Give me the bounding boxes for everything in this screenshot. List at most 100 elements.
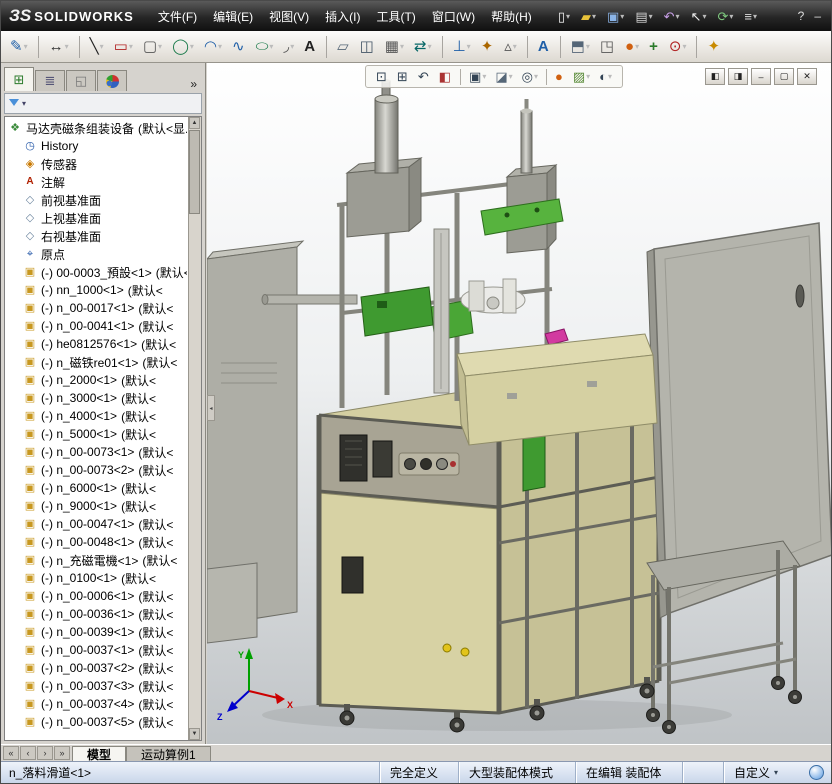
surface-tool[interactable]: ⬒ ▾ — [567, 33, 594, 61]
display-relations-tool[interactable]: ⊥ ▾ — [449, 33, 475, 61]
propertymanager-tab[interactable]: ≣ — [35, 70, 65, 91]
tree-item[interactable]: ▣ (-) n_00-0073<1> (默认< — [5, 443, 187, 461]
tree-item[interactable]: ▣ (-) n_00-0047<1> (默认< — [5, 515, 187, 533]
display-style-button[interactable]: ◪ ▾ — [492, 68, 515, 85]
slot-tool[interactable]: ▢ ▾ — [139, 33, 166, 61]
tree-item[interactable]: ▣ (-) n_充磁電機<1> (默认< — [5, 551, 187, 569]
view-settings-button[interactable]: ◐ ▾ — [596, 68, 615, 85]
arc-tool[interactable]: ◠ ▾ — [200, 33, 226, 61]
screen-options-tool[interactable]: ✦ — [703, 33, 725, 61]
close-doc-button[interactable]: ✕ — [797, 68, 817, 85]
tree-filter-bar[interactable]: ▾ — [4, 93, 202, 114]
tree-item[interactable]: ▣ (-) n_00-0073<2> (默认< — [5, 461, 187, 479]
tree-item[interactable]: ▣ (-) n_9000<1> (默认< — [5, 497, 187, 515]
record-video-tool[interactable]: ⊙ ▾ — [665, 33, 691, 61]
tree-item[interactable]: ▣ (-) n_6000<1> (默认< — [5, 479, 187, 497]
tree-item[interactable]: ▣ (-) n_00-0037<5> (默认< — [5, 713, 187, 731]
tree-item[interactable]: ▣ (-) n_00-0037<2> (默认< — [5, 659, 187, 677]
move-entities-tool[interactable]: ⇄ ▾ — [410, 33, 436, 61]
menu-item[interactable]: 插入(I) — [317, 4, 368, 29]
spline-tool[interactable]: ∿ — [228, 33, 250, 61]
circle-tool[interactable]: ◯ ▾ — [168, 33, 198, 61]
tree-item[interactable]: A 注解 — [5, 173, 187, 191]
tree-item[interactable]: ◈ 传感器 — [5, 155, 187, 173]
minimize-doc-button[interactable]: – — [751, 68, 771, 85]
view-orientation-button[interactable]: ▣ ▾ — [466, 68, 489, 85]
tree-item[interactable]: ▣ (-) n_00-0036<1> (默认< — [5, 605, 187, 623]
tree-item[interactable]: ▣ (-) n_2000<1> (默认< — [5, 371, 187, 389]
quick-snaps-tool[interactable]: ▵ ▾ — [500, 33, 521, 61]
menu-item[interactable]: 帮助(H) — [483, 4, 540, 29]
pane-right-button[interactable]: ◨ — [728, 68, 748, 85]
featuremanager-tab[interactable]: ⊞ — [4, 67, 34, 91]
smart-dimension-tool[interactable]: ↔ ▾ — [45, 33, 73, 61]
menu-item[interactable]: 工具(T) — [368, 4, 423, 29]
edit-appearance-button[interactable]: ● — [552, 68, 567, 85]
text-tool[interactable]: A — [300, 33, 320, 61]
tree-root-item[interactable]: ❖ 马达壳磁条组装设备 (默认<显... — [5, 119, 187, 137]
tab-motion-study[interactable]: 运动算例1 — [126, 746, 211, 761]
previous-view-button[interactable]: ↶ — [415, 68, 433, 85]
menu-item[interactable]: 编辑(E) — [205, 4, 261, 29]
sketch-fillet-tool[interactable]: ◞ ▾ — [279, 33, 298, 61]
scroll-down-button[interactable]: ▼ — [189, 728, 200, 740]
custom-dropdown[interactable]: 自定义 ▾ — [723, 762, 802, 783]
linear-pattern-tool[interactable]: ▦ ▾ — [381, 33, 408, 61]
print-button[interactable]: ▤ ▾ — [631, 7, 656, 26]
instant3d-tool[interactable]: ◳ — [596, 33, 619, 61]
tree-item[interactable]: ▣ (-) 00-0003_預設<1> (默认< — [5, 263, 187, 281]
tree-item[interactable]: ▣ (-) n_磁铁re01<1> (默认< — [5, 353, 187, 371]
pane-left-button[interactable]: ◧ — [705, 68, 725, 85]
appearance-tool[interactable]: ● ▾ — [621, 33, 643, 61]
tree-item[interactable]: ▣ (-) n_00-0039<1> (默认< — [5, 623, 187, 641]
apply-scene-button[interactable]: ▨ ▾ — [570, 68, 593, 85]
new-view-tool[interactable]: + — [645, 33, 663, 61]
tree-item[interactable]: ▣ (-) n_00-0037<3> (默认< — [5, 677, 187, 695]
select-button[interactable]: ↖ ▾ — [687, 7, 711, 26]
tab-scroll-right-button[interactable]: › — [37, 746, 53, 760]
panel-collapse-handle[interactable]: ◂ — [207, 395, 215, 421]
tree-scrollbar[interactable]: ▲ ▼ — [188, 117, 201, 740]
configurationmanager-tab[interactable]: ◱ — [66, 70, 96, 91]
tree-item[interactable]: ▣ (-) n_0100<1> (默认< — [5, 569, 187, 587]
tree-item[interactable]: ▣ (-) n_3000<1> (默认< — [5, 389, 187, 407]
sketch-tool[interactable]: ✎ ▾ — [6, 33, 32, 61]
tab-scroll-left-button[interactable]: ‹ — [20, 746, 36, 760]
zoom-fit-button[interactable]: ⊡ — [373, 68, 391, 85]
undo-button[interactable]: ↶ ▾ — [660, 7, 684, 26]
tree-item[interactable]: ▣ (-) nn_1000<1> (默认< — [5, 281, 187, 299]
tree-item[interactable]: ▣ (-) n_00-0006<1> (默认< — [5, 587, 187, 605]
scroll-up-button[interactable]: ▲ — [189, 117, 200, 129]
tree-item[interactable]: ▣ (-) he0812576<1> (默认< — [5, 335, 187, 353]
displaymanager-tab[interactable]: ● — [97, 70, 127, 91]
model-viewport[interactable]: Y X Z ⊡ ⊞ — [207, 63, 831, 744]
tree-item[interactable]: ▣ (-) n_00-0048<1> (默认< — [5, 533, 187, 551]
tree-item[interactable]: ▣ (-) n_4000<1> (默认< — [5, 407, 187, 425]
zoom-area-button[interactable]: ⊞ — [394, 68, 412, 85]
scrollbar-thumb[interactable] — [189, 130, 200, 214]
tree-item[interactable]: ◷ History — [5, 137, 187, 155]
tree-item[interactable]: ▣ (-) n_00-0017<1> (默认< — [5, 299, 187, 317]
open-button[interactable]: ▰ ▾ — [577, 7, 600, 26]
tree-item[interactable]: ▣ (-) n_00-0037<1> (默认< — [5, 641, 187, 659]
rapid-sketch-tool[interactable]: A — [534, 33, 554, 61]
new-document-button[interactable]: ▯ ▾ — [554, 7, 574, 26]
plane-tool[interactable]: ▱ — [333, 33, 354, 61]
mirror-entities-tool[interactable]: ◫ — [356, 33, 379, 61]
menu-item[interactable]: 窗口(W) — [424, 4, 483, 29]
tab-scroll-end-button[interactable]: » — [54, 746, 70, 760]
menu-item[interactable]: 文件(F) — [150, 4, 205, 29]
panel-expand-button[interactable]: » — [185, 77, 202, 91]
save-button[interactable]: ▣ ▾ — [603, 7, 628, 26]
tree-item[interactable]: ◇ 前视基准面 — [5, 191, 187, 209]
minimize-ui-button[interactable]: – — [814, 9, 821, 23]
section-view-button[interactable]: ◧ — [436, 68, 455, 85]
tree-item[interactable]: ▣ (-) n_00-0037<4> (默认< — [5, 695, 187, 713]
help-button[interactable]: ? — [798, 9, 805, 23]
tree-item[interactable]: ▣ (-) n_00-0041<1> (默认< — [5, 317, 187, 335]
restore-doc-button[interactable]: ▢ — [774, 68, 794, 85]
rebuild-button[interactable]: ⟳ ▾ — [713, 7, 737, 26]
menu-item[interactable]: 视图(V) — [261, 4, 317, 29]
tree-item[interactable]: ◇ 上视基准面 — [5, 209, 187, 227]
rectangle-tool[interactable]: ▭ ▾ — [110, 33, 137, 61]
